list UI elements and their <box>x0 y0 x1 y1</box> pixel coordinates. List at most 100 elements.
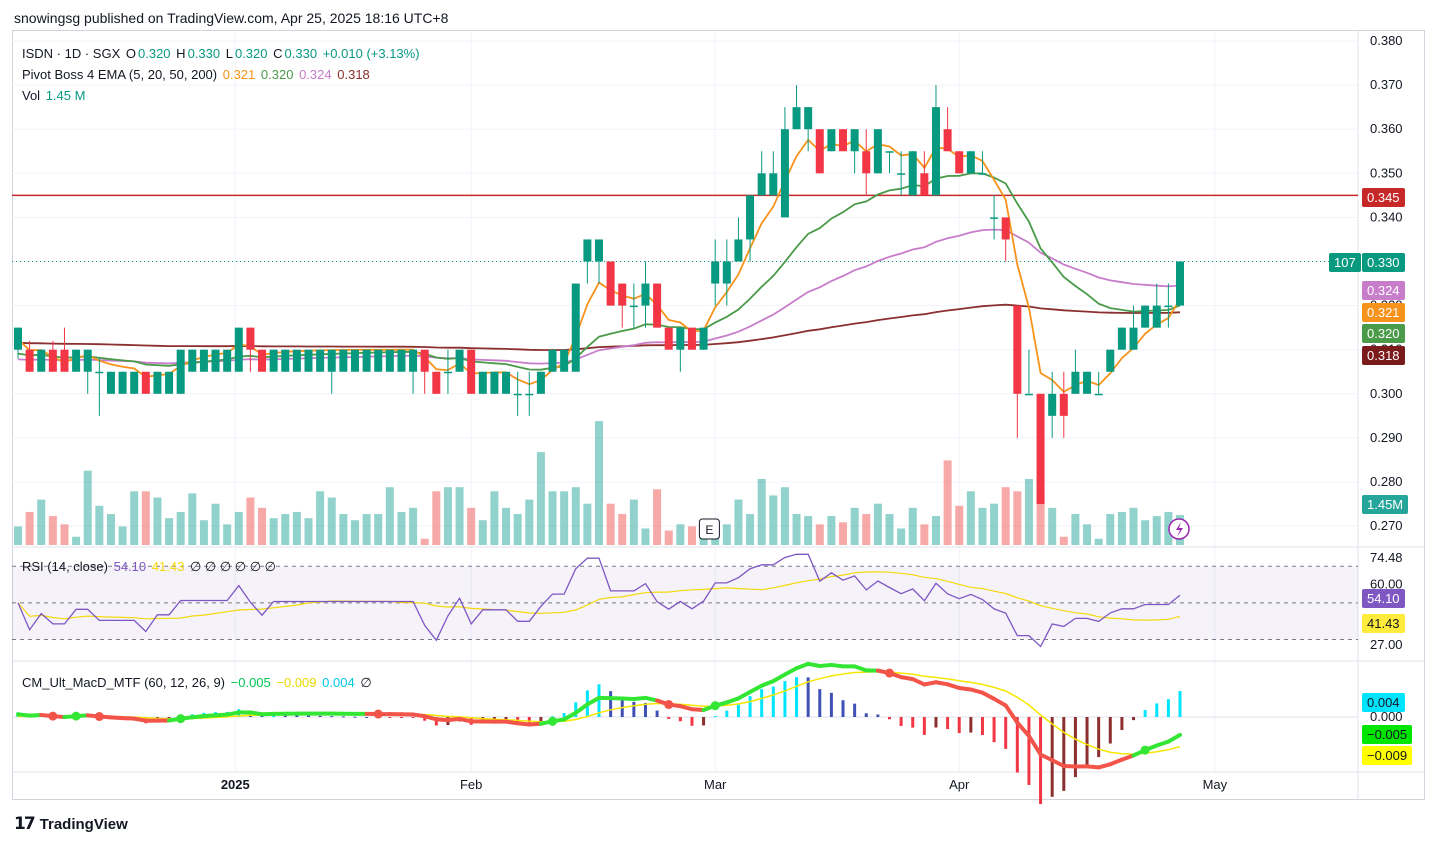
macd-signal-tag: −0.009 <box>1362 746 1413 765</box>
macd-histogram-bar <box>829 692 833 717</box>
volume-bar <box>687 526 696 545</box>
candle-body <box>304 349 313 372</box>
volume-bar <box>258 507 267 545</box>
candle-body <box>908 151 917 196</box>
macd-histogram-bar <box>655 710 659 717</box>
macd-histogram-bar <box>667 717 671 719</box>
volume-bar <box>978 507 987 545</box>
volume-bar <box>990 503 999 545</box>
tradingview-brand[interactable]: 17 TradingView <box>14 814 128 834</box>
volume-bar <box>316 491 325 545</box>
macd-histogram-bar <box>899 717 903 726</box>
volume-bar <box>1129 507 1138 545</box>
candle-body <box>350 349 359 372</box>
volume-bar <box>490 491 499 545</box>
volume-bar <box>513 514 522 545</box>
price-axis-label: 0.380 <box>1370 33 1403 48</box>
volume-bar <box>583 503 592 545</box>
macd-line-segment <box>1026 733 1043 757</box>
macd-histogram-bar <box>353 716 357 718</box>
ema200-line <box>17 303 1181 351</box>
price-axis-label: 0.280 <box>1370 474 1403 489</box>
rsi-axis-label: 74.48 <box>1370 550 1403 565</box>
ema50-price-tag: 0.324 <box>1362 281 1405 300</box>
volume-bar <box>955 505 964 545</box>
chart-canvas[interactable]: 0.3800.3700.3600.3500.3400.3300.3200.310… <box>0 0 1439 845</box>
volume-bar <box>827 516 836 545</box>
macd-histogram-bar <box>713 716 717 718</box>
volume-bar <box>211 503 220 545</box>
candle-body <box>966 151 975 174</box>
rsi-legend: RSI (14, close) 54.10 41.43 ∅ ∅ ∅ ∅ ∅ ∅ <box>22 559 278 575</box>
macd-histogram-bar <box>957 717 961 734</box>
time-axis-label: 2025 <box>221 777 250 792</box>
volume-bar <box>165 518 174 545</box>
earnings-marker-label: E <box>705 523 713 537</box>
macd-histogram-bar <box>853 703 857 717</box>
low-label: L <box>225 46 233 61</box>
rsi-value: 54.10 <box>113 559 147 574</box>
candle-body <box>478 371 487 394</box>
volume-bar <box>385 487 394 545</box>
candle-body <box>385 349 394 372</box>
macd-histogram-bar <box>1062 717 1066 791</box>
ema5-value: 0.321 <box>222 67 256 82</box>
candle-body <box>699 327 708 350</box>
volume-bar <box>1152 516 1161 545</box>
candle-body <box>165 371 174 394</box>
candle-body <box>409 349 418 372</box>
volume-bar <box>1048 507 1057 545</box>
price-axis-label: 0.370 <box>1370 77 1403 92</box>
resistance-price-tag: 0.345 <box>1362 188 1405 207</box>
candle-body <box>258 349 267 372</box>
macd-signal-value: −0.009 <box>276 675 317 690</box>
volume-bar <box>95 505 104 545</box>
volume-bar <box>502 507 511 545</box>
open-label: O <box>125 46 136 61</box>
candle-body <box>757 173 766 196</box>
macd-histogram-bar <box>760 689 764 717</box>
candle-body <box>618 283 627 306</box>
volume-bar <box>757 478 766 545</box>
macd-histogram-bar <box>1027 717 1031 785</box>
high-value: 0.330 <box>187 46 221 61</box>
candle-body <box>374 349 383 372</box>
candle-body <box>827 129 836 152</box>
volume-bar <box>641 528 650 545</box>
macd-histogram-bar <box>1050 717 1054 797</box>
candle-body <box>1117 327 1126 350</box>
macd-histogram-bar <box>841 700 845 717</box>
macd-histogram-bar <box>736 704 740 717</box>
volume-bar <box>908 507 917 545</box>
candle-body <box>455 349 464 372</box>
volume-bar <box>931 516 940 545</box>
macd-histogram-bar <box>725 710 729 717</box>
volume-bar <box>560 491 569 545</box>
low-value: 0.320 <box>234 46 268 61</box>
candle-body <box>676 327 685 350</box>
volume-bar <box>792 514 801 545</box>
candle-body <box>72 349 81 372</box>
rsi-extra: ∅ ∅ ∅ ∅ ∅ ∅ <box>189 559 276 574</box>
candle-body <box>839 129 848 152</box>
candle-body <box>711 261 720 284</box>
macd-histogram-bar <box>388 717 392 718</box>
volume-bar <box>106 514 115 545</box>
volume-bar <box>269 518 278 545</box>
macd-extra: ∅ <box>360 675 372 690</box>
price-axis-label: 0.340 <box>1370 209 1403 224</box>
candle-body <box>885 151 894 153</box>
volume-bar <box>141 491 150 545</box>
candle-body <box>571 283 580 372</box>
volume-bar <box>664 530 673 545</box>
symbol-label: ISDN · 1D · SGX <box>22 46 121 61</box>
candle-body <box>1059 393 1068 416</box>
volume-bar <box>722 524 731 545</box>
volume-bar <box>72 536 81 545</box>
candle-body <box>292 349 301 372</box>
volume-bar <box>281 514 290 545</box>
macd-label: CM_Ult_MacD_MTF (60, 12, 26, 9) <box>22 675 226 690</box>
price-axis-label: 0.350 <box>1370 165 1403 180</box>
macd-histogram-bar <box>702 717 706 726</box>
volume-bar <box>37 499 46 545</box>
